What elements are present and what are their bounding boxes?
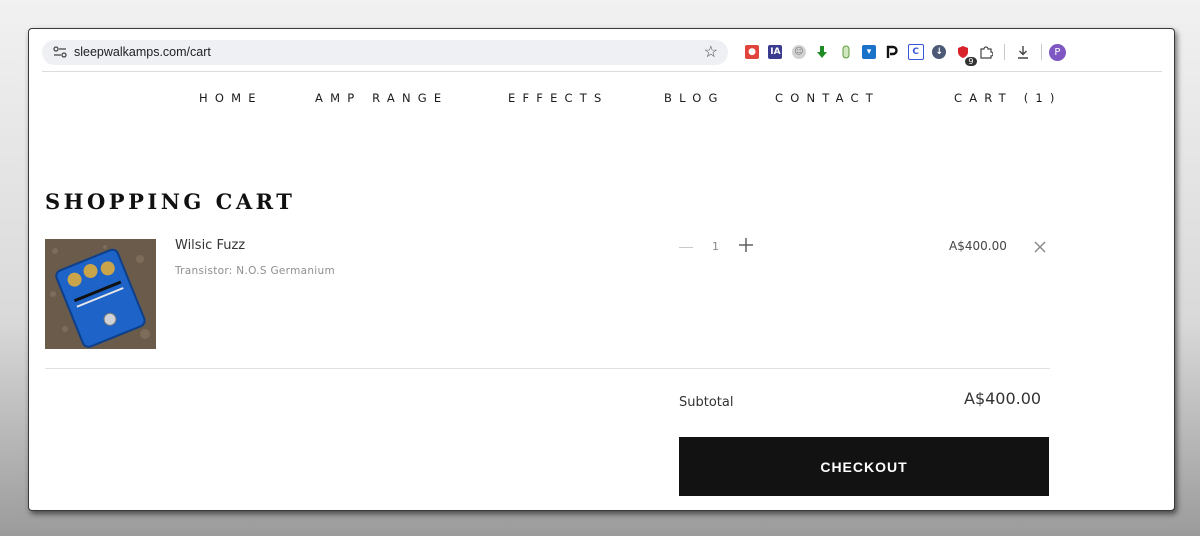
url-text: sleepwalkamps.com/cart [74,45,211,59]
face-extension-icon[interactable]: ☺ [788,41,810,63]
quantity-decrease-button[interactable] [679,247,693,248]
toolbar-separator [1040,44,1042,60]
item-price: A$400.00 [949,239,1007,253]
nav-effects[interactable]: EFFECTS [508,91,609,105]
quantity-increase-button[interactable] [738,237,754,253]
toolbar-separator [1003,44,1005,60]
downloads-icon[interactable] [1012,41,1034,63]
toolbar-divider [42,71,1162,72]
nav-cart[interactable]: CART (1) [954,91,1062,105]
save-extension-icon[interactable]: ▾ [858,41,880,63]
remove-item-icon[interactable] [1033,240,1047,254]
browser-toolbar: sleepwalkamps.com/cart ☆ ● IA ☺ ▾ C ↓ 9 … [29,29,1174,71]
site-settings-icon[interactable] [52,44,68,60]
bookmark-star-icon[interactable]: ☆ [704,42,718,62]
subtotal-label: Subtotal [679,395,734,410]
puzzle-extensions-icon[interactable] [975,41,997,63]
c-extension-icon[interactable]: C [905,41,927,63]
nav-amp-range[interactable]: AMP RANGE [315,91,448,105]
camera-extension-icon[interactable]: ● [741,41,763,63]
site-nav: HOME AMP RANGE EFFECTS BLOG CONTACT CART… [29,91,1174,107]
shield-extension-icon[interactable]: 9 [952,41,977,66]
p-extension-icon[interactable] [881,41,903,63]
capsule-extension-icon[interactable] [835,41,857,63]
nav-contact[interactable]: CONTACT [775,91,880,105]
extensions-row: ● IA ☺ ▾ C ↓ 9 P [741,41,1066,66]
checkout-button[interactable]: CHECKOUT [679,437,1049,496]
quantity-value[interactable]: 1 [712,240,719,253]
download-arrow-extension-icon[interactable] [811,41,833,63]
download-circle-extension-icon[interactable]: ↓ [928,41,950,63]
address-bar[interactable]: sleepwalkamps.com/cart ☆ [42,40,728,65]
item-variant: Transistor: N.O.S Germanium [175,265,336,277]
cart-divider [45,368,1050,369]
subtotal-value: A$400.00 [964,389,1042,408]
nav-home[interactable]: HOME [199,91,263,105]
product-thumbnail[interactable] [45,239,156,349]
profile-avatar[interactable]: P [1048,43,1066,61]
item-name[interactable]: Wilsic Fuzz [175,238,245,253]
page-title: SHOPPING CART [45,189,296,214]
nav-blog[interactable]: BLOG [664,91,725,105]
browser-window: sleepwalkamps.com/cart ☆ ● IA ☺ ▾ C ↓ 9 … [28,28,1175,511]
ia-extension-icon[interactable]: IA [764,41,786,63]
